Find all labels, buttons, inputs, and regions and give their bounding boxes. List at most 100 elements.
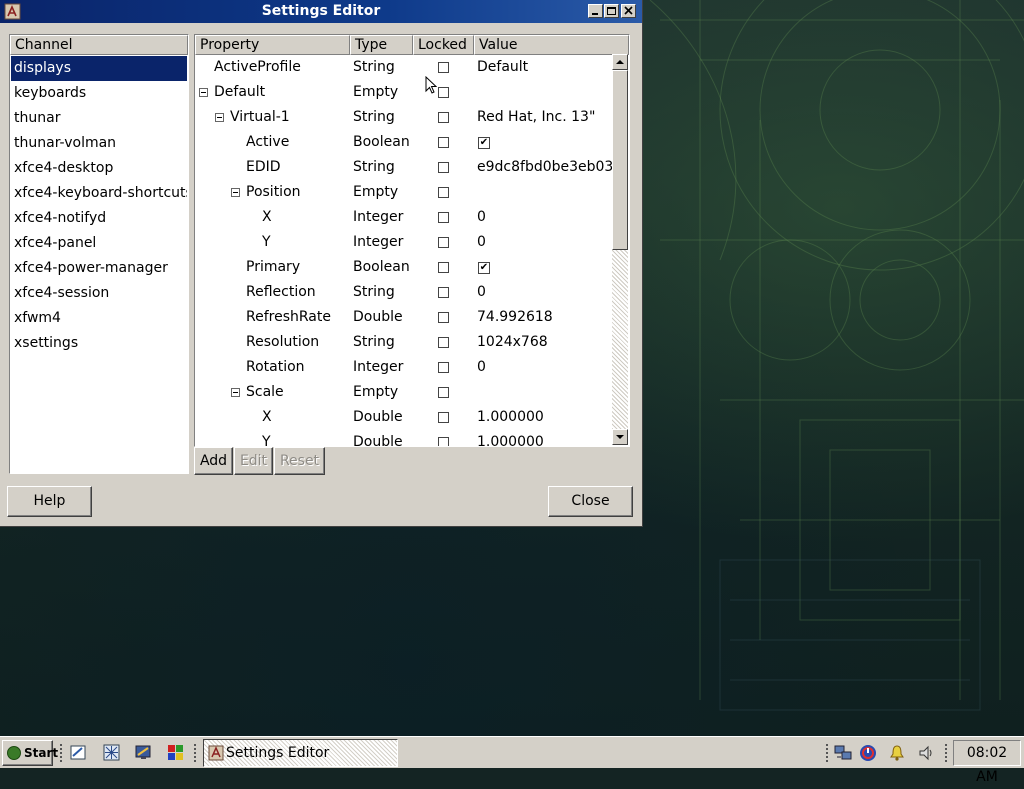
volume-icon[interactable] [918, 744, 936, 762]
locked-checkbox[interactable] [438, 87, 449, 98]
property-value[interactable]: Default [477, 55, 613, 80]
network-icon[interactable] [834, 744, 852, 762]
locked-checkbox[interactable] [438, 237, 449, 248]
channel-item-xsettings[interactable]: xsettings [11, 331, 187, 356]
scroll-thumb[interactable] [612, 70, 628, 250]
clock-grip[interactable] [944, 743, 948, 763]
notes-icon[interactable] [70, 744, 87, 761]
channel-item-thunar-volman[interactable]: thunar-volman [11, 131, 187, 156]
clock[interactable]: 08:02 AM [953, 740, 1021, 785]
colors-icon[interactable] [167, 744, 184, 761]
collapse-icon[interactable] [199, 88, 208, 97]
locked-checkbox[interactable] [438, 387, 449, 398]
locked-checkbox[interactable] [438, 212, 449, 223]
display-icon[interactable] [135, 744, 152, 761]
notification-bell-icon[interactable] [888, 744, 906, 762]
collapse-icon[interactable] [231, 188, 240, 197]
channel-item-displays[interactable]: displays [11, 56, 187, 81]
locked-checkbox[interactable] [438, 112, 449, 123]
locked-checkbox[interactable] [438, 337, 449, 348]
property-value[interactable]: 1024x768 [477, 330, 613, 355]
tasklist-grip[interactable] [193, 743, 197, 763]
value-checkbox[interactable]: ✔ [478, 262, 490, 274]
locked-checkbox[interactable] [438, 162, 449, 173]
locked-checkbox[interactable] [438, 437, 449, 446]
reset-button[interactable]: Reset [274, 447, 325, 475]
scroll-track[interactable] [612, 250, 628, 429]
property-row[interactable]: Position Empty [195, 180, 613, 205]
channel-item-keyboards[interactable]: keyboards [11, 81, 187, 106]
property-name: Resolution [246, 334, 320, 350]
locked-column-header[interactable]: Locked [413, 35, 474, 55]
property-value[interactable]: 1.000000 [477, 430, 613, 446]
property-row[interactable]: Scale Empty [195, 380, 613, 405]
property-row[interactable]: RefreshRate Double 74.992618 [195, 305, 613, 330]
property-value[interactable]: 0 [477, 230, 613, 255]
locked-checkbox[interactable] [438, 287, 449, 298]
channel-item-xfwm4[interactable]: xfwm4 [11, 306, 187, 331]
locked-checkbox[interactable] [438, 362, 449, 373]
property-row[interactable]: Y Integer 0 [195, 230, 613, 255]
property-row[interactable]: EDID String e9dc8fbd0be3eb032 [195, 155, 613, 180]
scroll-down-button[interactable] [612, 429, 628, 445]
minimize-button[interactable] [588, 4, 603, 18]
property-row[interactable]: Y Double 1.000000 [195, 430, 613, 446]
type-column-header[interactable]: Type [350, 35, 413, 55]
property-value[interactable]: 0 [477, 280, 613, 305]
property-row[interactable]: ActiveProfile String Default [195, 55, 613, 80]
property-name: Virtual-1 [230, 109, 290, 125]
add-button[interactable]: Add [194, 447, 233, 475]
property-row[interactable]: X Double 1.000000 [195, 405, 613, 430]
property-value[interactable]: e9dc8fbd0be3eb032 [477, 155, 613, 180]
channel-item-xfce4-keyboard-shortcuts[interactable]: xfce4-keyboard-shortcuts [11, 181, 187, 206]
channel-item-xfce4-notifyd[interactable]: xfce4-notifyd [11, 206, 187, 231]
collapse-icon[interactable] [215, 113, 224, 122]
property-row[interactable]: Default Empty [195, 80, 613, 105]
property-tree[interactable]: Property Type Locked Value ActiveProfile… [194, 34, 630, 447]
property-row[interactable]: X Integer 0 [195, 205, 613, 230]
channel-item-thunar[interactable]: thunar [11, 106, 187, 131]
collapse-icon[interactable] [231, 388, 240, 397]
property-row[interactable]: Virtual-1 String Red Hat, Inc. 13" [195, 105, 613, 130]
value-column-header[interactable]: Value [474, 35, 629, 55]
tray-grip[interactable] [825, 743, 829, 763]
locked-checkbox[interactable] [438, 262, 449, 273]
property-row[interactable]: Active Boolean ✔ [195, 130, 613, 155]
close-button[interactable]: Close [548, 486, 633, 517]
property-value[interactable]: 1.000000 [477, 405, 613, 430]
property-value[interactable]: Red Hat, Inc. 13" [477, 105, 613, 130]
title-bar[interactable]: Settings Editor [0, 0, 642, 23]
channel-item-xfce4-session[interactable]: xfce4-session [11, 281, 187, 306]
quicklaunch-grip[interactable] [59, 743, 63, 763]
channel-item-xfce4-panel[interactable]: xfce4-panel [11, 231, 187, 256]
property-column-header[interactable]: Property [195, 35, 350, 55]
settings-icon[interactable] [103, 744, 120, 761]
property-value[interactable]: 74.992618 [477, 305, 613, 330]
maximize-button[interactable] [604, 4, 619, 18]
locked-checkbox[interactable] [438, 62, 449, 73]
channel-column-header[interactable]: Channel [10, 35, 188, 55]
update-icon[interactable] [859, 744, 877, 762]
value-checkbox[interactable]: ✔ [478, 137, 490, 149]
property-name: Active [246, 134, 290, 150]
channel-list[interactable]: Channel displays keyboards thunar thunar-vo… [9, 34, 189, 474]
channel-item-xfce4-desktop[interactable]: xfce4-desktop [11, 156, 187, 181]
property-value[interactable]: 0 [477, 205, 613, 230]
close-window-button[interactable] [621, 4, 636, 18]
property-row[interactable]: Reflection String 0 [195, 280, 613, 305]
locked-checkbox[interactable] [438, 312, 449, 323]
scroll-up-button[interactable] [612, 54, 628, 70]
help-button[interactable]: Help [7, 486, 92, 517]
locked-checkbox[interactable] [438, 137, 449, 148]
property-row[interactable]: Primary Boolean ✔ [195, 255, 613, 280]
channel-item-xfce4-power-manager[interactable]: xfce4-power-manager [11, 256, 187, 281]
locked-checkbox[interactable] [438, 412, 449, 423]
property-value[interactable]: 0 [477, 355, 613, 380]
property-scrollbar[interactable] [612, 54, 628, 445]
taskbar-item-settings-editor[interactable]: Settings Editor [203, 739, 398, 767]
edit-button[interactable]: Edit [234, 447, 273, 475]
property-row[interactable]: Rotation Integer 0 [195, 355, 613, 380]
start-button[interactable]: Start [2, 740, 58, 766]
locked-checkbox[interactable] [438, 187, 449, 198]
property-row[interactable]: Resolution String 1024x768 [195, 330, 613, 355]
